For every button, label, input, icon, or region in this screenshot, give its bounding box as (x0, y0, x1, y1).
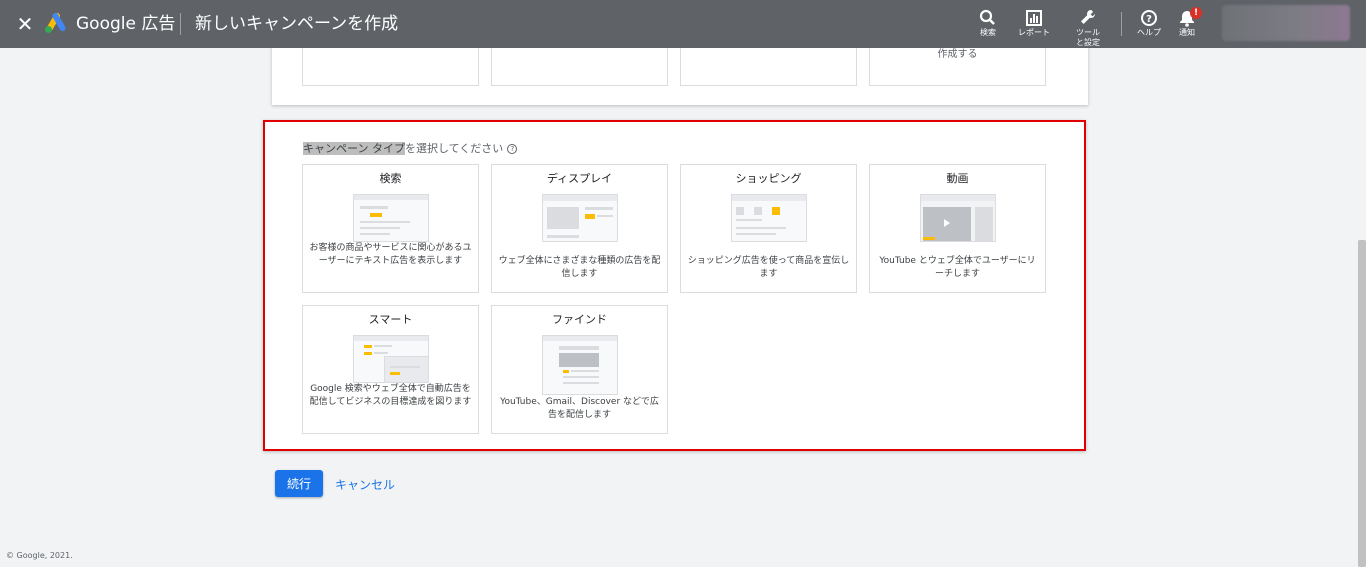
svg-text:?: ? (1146, 14, 1152, 25)
campaign-type-title: 動画 (946, 172, 969, 185)
campaign-type-description: ショッピング広告を使って商品を宣伝します (687, 256, 850, 279)
header-divider (180, 13, 181, 35)
campaign-type-search[interactable]: 検索 お客様の商品やサービスに関心があるユーザーにテキスト広告を表示します (302, 164, 479, 293)
campaign-type-display[interactable]: ディスプレイ ウェブ全体にさまざまな種類の広告を配信します (491, 164, 668, 293)
brand-name: Google 広告 (76, 14, 176, 34)
campaign-type-description: ウェブ全体にさまざまな種類の広告を配信します (498, 256, 661, 279)
help-circle-icon: ? (1141, 10, 1157, 26)
top-app-bar: ✕ Google 広告 新しいキャンペーンを作成 検索 レポート ツールと設定 (0, 0, 1366, 48)
notifications-label: 通知 (1179, 28, 1195, 37)
campaign-type-description: YouTube とウェブ全体でユーザーにリーチします (879, 256, 1036, 279)
report-tool-label: レポート (1018, 28, 1050, 37)
campaign-type-heading: キャンペーン タイプを選択してください? (303, 142, 518, 156)
notifications-button[interactable]: 通知 (1163, 8, 1211, 46)
discovery-ad-illustration-icon (542, 335, 618, 395)
page-title: 新しいキャンペーンを作成 (195, 14, 399, 34)
shopping-ad-illustration-icon (731, 194, 807, 242)
search-ad-illustration-icon (353, 194, 429, 242)
campaign-type-card: キャンペーン タイプを選択してください? 検索 お客様の商品やサービスに関心があ… (263, 120, 1086, 451)
help-icon[interactable]: ? (507, 144, 518, 154)
scrollbar-thumb[interactable] (1358, 240, 1366, 567)
search-tool-button[interactable]: 検索 (964, 8, 1012, 46)
campaign-type-title: 検索 (379, 172, 402, 185)
campaign-type-heading-highlight: キャンペーン タイプ (303, 142, 405, 155)
search-tool-label: 検索 (980, 28, 996, 37)
google-ads-logo (45, 12, 66, 33)
bar-chart-icon (1026, 10, 1042, 26)
smart-ad-illustration-icon (353, 335, 429, 383)
campaign-type-discovery[interactable]: ファインド YouTube、Gmail、Discover などで広告を配信します (491, 305, 668, 434)
campaign-type-description: YouTube、Gmail、Discover などで広告を配信します (500, 397, 659, 420)
toolbar-divider (1121, 12, 1122, 36)
campaign-type-description: お客様の商品やサービスに関心があるユーザーにテキスト広告を表示します (309, 243, 472, 266)
campaign-type-title: ショッピング (735, 172, 802, 185)
continue-button[interactable]: 続行 (275, 470, 323, 497)
copyright-footer: © Google, 2021. (6, 551, 73, 560)
campaign-type-title: ディスプレイ (546, 172, 613, 185)
report-tool-button[interactable]: レポート (1010, 8, 1058, 46)
objective-card: 作成する (272, 40, 1088, 105)
campaign-type-shopping[interactable]: ショッピング ショッピング広告を使って商品を宣伝します (680, 164, 857, 293)
display-ad-illustration-icon (542, 194, 618, 242)
account-switcher[interactable] (1222, 5, 1350, 41)
campaign-type-title: スマート (368, 313, 413, 326)
notification-badge: ! (1190, 7, 1202, 19)
campaign-type-smart[interactable]: スマート Google 検索やウェブ全体で自動広告を配信してビジネスの目標達成を… (302, 305, 479, 434)
search-icon (979, 9, 995, 25)
cancel-link[interactable]: キャンセル (335, 476, 395, 493)
campaign-type-heading-rest: を選択してください (404, 142, 504, 155)
tools-settings-label: ツールと設定 (1076, 28, 1100, 47)
tools-settings-button[interactable]: ツールと設定 (1064, 8, 1112, 47)
video-ad-illustration-icon (920, 194, 996, 242)
campaign-type-video[interactable]: 動画 YouTube とウェブ全体でユーザーにリーチします (869, 164, 1046, 293)
campaign-type-description: Google 検索やウェブ全体で自動広告を配信してビジネスの目標達成を図ります (309, 384, 472, 407)
close-button[interactable]: ✕ (14, 12, 36, 36)
campaign-type-title: ファインド (552, 313, 607, 326)
wrench-icon (1081, 10, 1095, 24)
